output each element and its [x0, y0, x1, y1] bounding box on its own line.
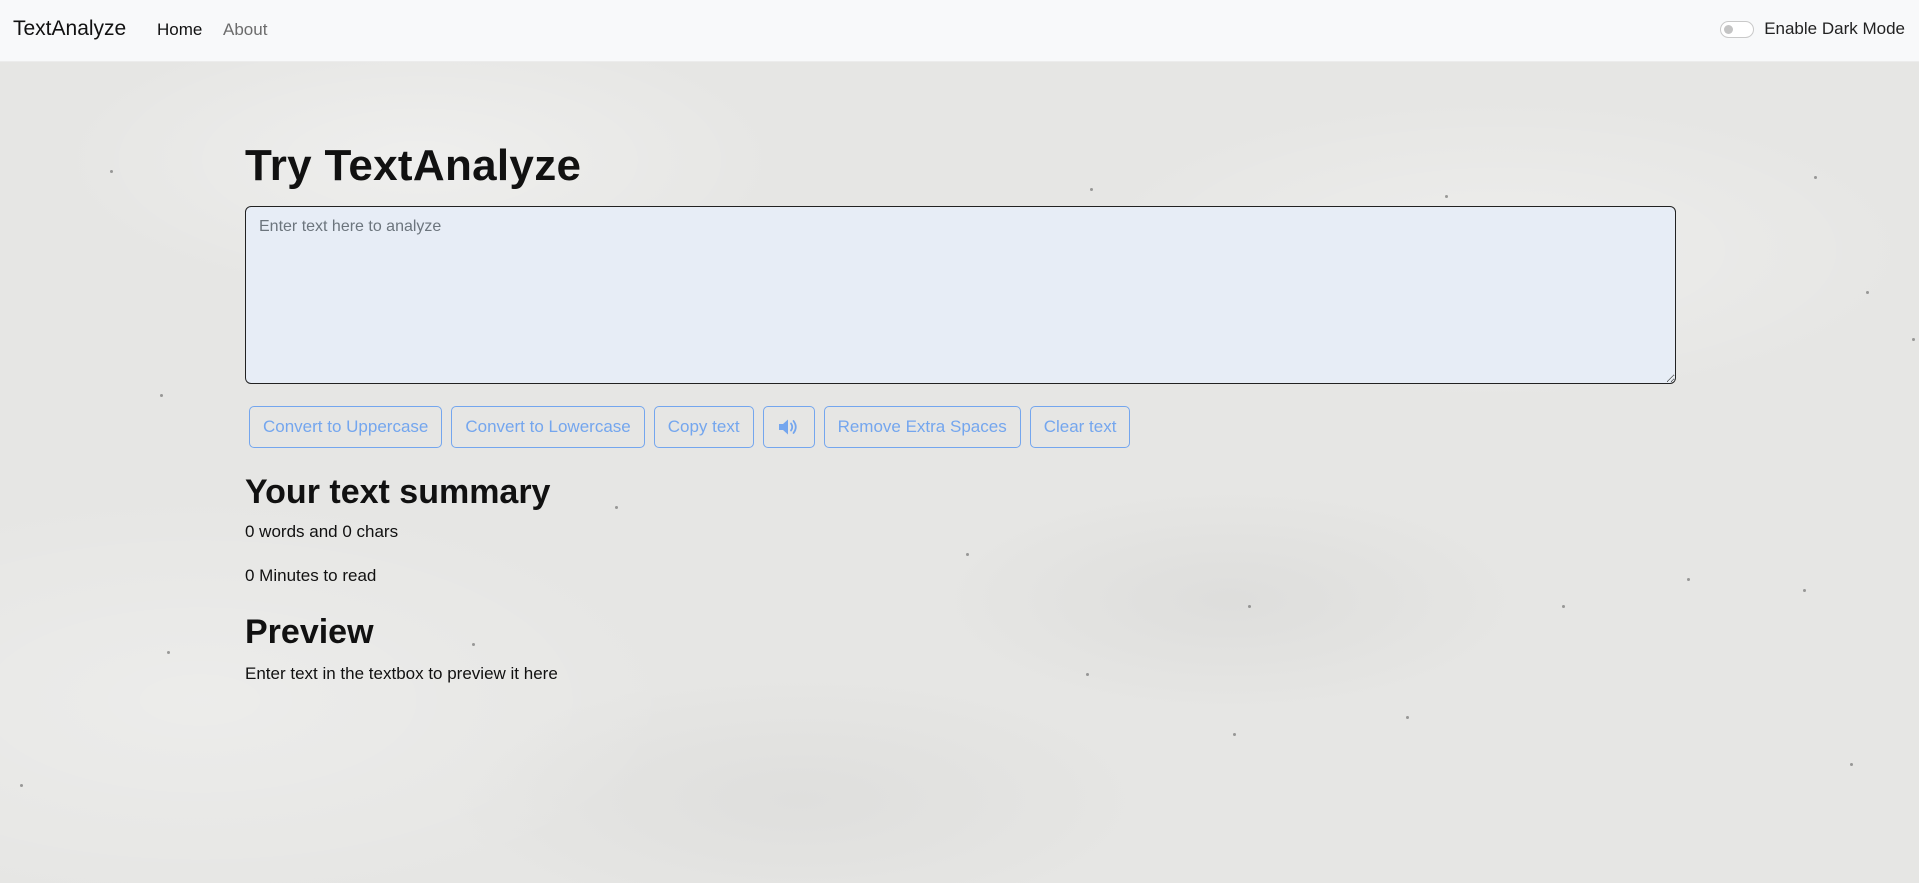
word-char-count: 0 words and 0 chars: [245, 522, 399, 541]
nav-link-home[interactable]: Home: [157, 20, 202, 40]
action-buttons: Convert to Uppercase Convert to Lowercas…: [245, 406, 1676, 448]
main-container: Try TextAnalyze Convert to Uppercase Con…: [245, 136, 1676, 684]
remove-extra-spaces-button[interactable]: Remove Extra Spaces: [823, 406, 1021, 448]
preview-text: Enter text in the textbox to preview it …: [245, 664, 558, 683]
text-input[interactable]: [245, 206, 1676, 384]
nav-link-about[interactable]: About: [223, 20, 267, 40]
clear-text-button[interactable]: Clear text: [1029, 406, 1131, 448]
navbar: TextAnalyze Home About Enable Dark Mode: [0, 0, 1919, 62]
summary-heading: Your text summary: [245, 473, 551, 511]
read-time: 0 Minutes to read: [245, 566, 377, 585]
preview-heading: Preview: [245, 613, 374, 651]
speak-button[interactable]: [762, 406, 815, 448]
lowercase-button[interactable]: Convert to Lowercase: [451, 406, 645, 448]
brand-logo[interactable]: TextAnalyze: [13, 17, 126, 41]
uppercase-button[interactable]: Convert to Uppercase: [249, 406, 443, 448]
page-title: Try TextAnalyze: [245, 141, 582, 190]
dark-mode-toggle[interactable]: Enable Dark Mode: [1720, 19, 1905, 39]
dark-mode-label: Enable Dark Mode: [1764, 19, 1905, 38]
switch-knob: [1724, 24, 1734, 34]
dark-mode-switch[interactable]: [1720, 20, 1755, 38]
speaker-icon: [778, 419, 797, 435]
copy-text-button[interactable]: Copy text: [653, 406, 754, 448]
